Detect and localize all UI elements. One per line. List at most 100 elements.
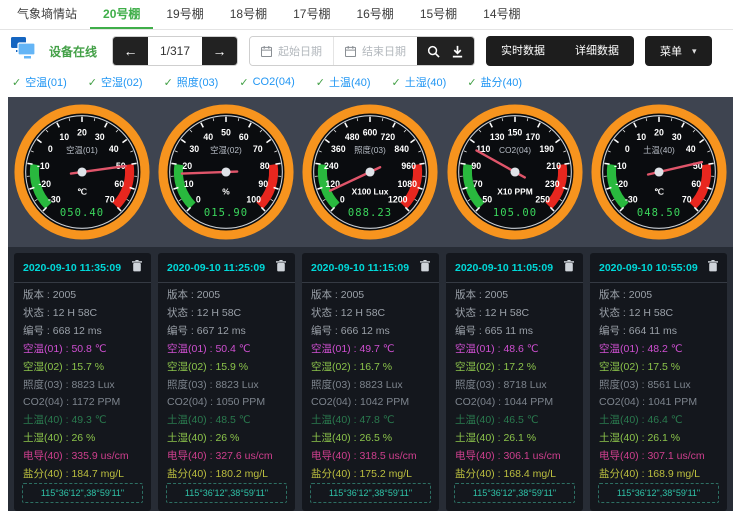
row-value: 668 12 ms xyxy=(53,325,102,337)
row-value: 26.1 % xyxy=(647,432,680,444)
row-value: 12 H 58C xyxy=(341,307,385,319)
realtime-data-button[interactable]: 实时数据 xyxy=(486,36,560,66)
sensor-filter-0[interactable]: ✓空温(01) xyxy=(12,74,67,90)
row-label: 照度(03) xyxy=(599,379,639,391)
gauge-0: -30-20-10010203040506070空温(01)℃050.40 xyxy=(12,102,152,242)
row-value: 26.1 % xyxy=(503,432,536,444)
svg-text:100: 100 xyxy=(247,195,262,205)
row-value: 1042 PPM xyxy=(360,396,409,408)
panel-row-meta: 版本 : 2005 xyxy=(455,287,574,305)
panel-row-meta: 编号 : 664 11 ms xyxy=(599,323,718,341)
chevron-down-icon: ▾ xyxy=(692,46,697,57)
row-label: 空湿(02) xyxy=(599,361,639,373)
end-date-input[interactable]: 结束日期 xyxy=(333,37,417,65)
data-mode-group: 实时数据 详细数据 xyxy=(486,36,634,66)
row-label: 盐分(40) xyxy=(23,468,63,480)
row-value: 8823 Lux xyxy=(215,379,258,391)
row-label: 空温(01) xyxy=(23,343,63,355)
sensor-filter-4[interactable]: ✓土温(40) xyxy=(316,74,371,90)
trash-icon[interactable] xyxy=(132,259,142,277)
row-label: 状态 xyxy=(167,307,188,319)
row-label: 编号 xyxy=(23,325,44,337)
tab-station[interactable]: 气象墒情站 xyxy=(4,0,90,29)
row-label: 照度(03) xyxy=(311,379,351,391)
tab-20号棚[interactable]: 20号棚 xyxy=(90,0,153,29)
row-label: 编号 xyxy=(167,325,188,337)
next-page-button[interactable]: → xyxy=(202,37,237,65)
sensor-filter-6[interactable]: ✓盐分(40) xyxy=(467,74,522,90)
trash-icon[interactable] xyxy=(276,259,286,277)
search-icon[interactable] xyxy=(427,45,440,58)
checkmark-icon: ✓ xyxy=(88,76,97,89)
gauge-hub xyxy=(366,167,375,176)
panel-row-ec: 电导(40) : 307.1 us/cm xyxy=(599,448,718,466)
panel-rows: 版本 : 2005状态 : 12 H 58C编号 : 668 12 ms空温(0… xyxy=(14,283,151,481)
row-value: 180.2 mg/L xyxy=(215,468,268,480)
tab-16号棚[interactable]: 16号棚 xyxy=(343,0,406,29)
end-date-placeholder: 结束日期 xyxy=(362,43,406,59)
trash-icon[interactable] xyxy=(420,259,430,277)
prev-page-button[interactable]: ← xyxy=(113,37,148,65)
gauge-name: 空温(01) xyxy=(66,145,98,155)
menu-dropdown-button[interactable]: 菜单 ▾ xyxy=(645,36,712,66)
sensor-filter-5[interactable]: ✓土湿(40) xyxy=(392,74,447,90)
row-label: 空湿(02) xyxy=(167,361,207,373)
row-label: 状态 xyxy=(455,307,476,319)
svg-text:30: 30 xyxy=(190,144,200,154)
gauge-2: 012024036048060072084096010801200照度(03)X… xyxy=(300,102,440,242)
data-panel-1: 2020-09-10 11:25:09版本 : 2005状态 : 12 H 58… xyxy=(158,253,295,511)
data-panel-2: 2020-09-10 11:15:09版本 : 2005状态 : 12 H 58… xyxy=(302,253,439,511)
row-value: 50.4 ℃ xyxy=(215,343,250,355)
panel-row-meta: 编号 : 667 12 ms xyxy=(167,323,286,341)
page-indicator: 1/317 xyxy=(148,37,202,65)
sensor-filter-3[interactable]: ✓CO2(04) xyxy=(239,74,294,90)
panel-row-airtemp: 空温(01) : 48.2 ℃ xyxy=(599,341,718,359)
trash-icon[interactable] xyxy=(708,259,718,277)
gauge-name: 空湿(02) xyxy=(210,145,242,155)
row-label: 盐分(40) xyxy=(599,468,639,480)
panel-row: 2020-09-10 11:35:09版本 : 2005状态 : 12 H 58… xyxy=(8,247,733,511)
svg-text:50: 50 xyxy=(221,128,231,138)
row-value: 2005 xyxy=(485,289,508,301)
start-date-input[interactable]: 起始日期 xyxy=(250,37,333,65)
gauge-row: -30-20-10010203040506070空温(01)℃050.40010… xyxy=(8,97,733,247)
row-label: 盐分(40) xyxy=(311,468,351,480)
row-value: 306.1 us/cm xyxy=(503,450,560,462)
svg-text:0: 0 xyxy=(48,144,53,154)
gauge-unit: ℃ xyxy=(654,186,663,196)
gauge-unit: ℃ xyxy=(77,186,86,196)
row-label: 照度(03) xyxy=(23,379,63,391)
row-separator: : xyxy=(639,396,648,408)
tab-17号棚[interactable]: 17号棚 xyxy=(280,0,343,29)
sensor-filter-2[interactable]: ✓照度(03) xyxy=(164,74,219,90)
panel-timestamp: 2020-09-10 11:15:09 xyxy=(311,262,409,274)
row-value: 8561 Lux xyxy=(647,379,690,391)
tab-18号棚[interactable]: 18号棚 xyxy=(217,0,280,29)
data-panel-4: 2020-09-10 10:55:09版本 : 2005状态 : 12 H 58… xyxy=(590,253,727,511)
detail-data-button[interactable]: 详细数据 xyxy=(560,36,634,66)
panel-header: 2020-09-10 11:35:09 xyxy=(14,253,151,283)
data-panel-0: 2020-09-10 11:35:09版本 : 2005状态 : 12 H 58… xyxy=(14,253,151,511)
svg-text:60: 60 xyxy=(691,179,701,189)
tab-15号棚[interactable]: 15号棚 xyxy=(407,0,470,29)
tab-14号棚[interactable]: 14号棚 xyxy=(470,0,533,29)
row-value: 48.2 ℃ xyxy=(647,343,682,355)
panel-row-salt: 盐分(40) : 175.2 mg/L xyxy=(311,466,430,481)
row-value: 8823 Lux xyxy=(359,379,402,391)
svg-text:130: 130 xyxy=(490,132,505,142)
checkmark-icon: ✓ xyxy=(316,76,325,89)
download-icon[interactable] xyxy=(451,45,464,58)
date-range-group: 起始日期 结束日期 xyxy=(249,36,475,66)
tab-19号棚[interactable]: 19号棚 xyxy=(153,0,216,29)
row-label: 空温(01) xyxy=(167,343,207,355)
sensor-filter-1[interactable]: ✓空湿(02) xyxy=(88,74,143,90)
dashboard: -30-20-10010203040506070空温(01)℃050.40010… xyxy=(8,97,733,511)
panel-row-airhum: 空湿(02) : 16.7 % xyxy=(311,359,430,377)
row-value: 49.7 ℃ xyxy=(359,343,394,355)
gauge-unit: X10 PPM xyxy=(497,186,532,196)
svg-text:10: 10 xyxy=(59,132,69,142)
row-label: CO2(04) xyxy=(167,396,207,408)
trash-icon[interactable] xyxy=(564,259,574,277)
panel-row-co2: CO2(04) : 1050 PPM xyxy=(167,394,286,412)
row-value: 50.8 ℃ xyxy=(71,343,106,355)
